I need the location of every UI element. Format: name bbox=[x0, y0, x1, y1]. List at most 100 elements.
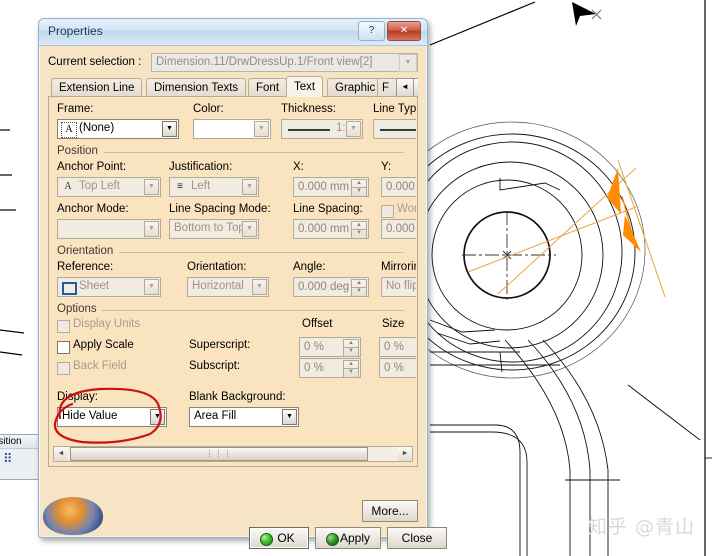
tab-scroll-left-icon[interactable]: ◄ bbox=[396, 78, 414, 97]
apply-button[interactable]: Apply bbox=[315, 527, 381, 549]
line-spacing-spinner[interactable]: 0.000 mm ▲ ▼ bbox=[293, 219, 369, 239]
y-label: Y: bbox=[381, 161, 392, 173]
subscript-offset-spinner[interactable]: 0 % ▲ ▼ bbox=[299, 358, 361, 378]
mirroring-combo[interactable]: No flip bbox=[381, 277, 416, 297]
anchor-point-combo[interactable]: A Top Left ▼ bbox=[57, 177, 161, 197]
frame-label: Frame: bbox=[57, 103, 94, 115]
word-spacing-value: 0.000 mm bbox=[386, 223, 416, 235]
tab-more-clipped[interactable]: F bbox=[377, 78, 397, 97]
line-type-line-icon bbox=[380, 129, 416, 131]
tab-text[interactable]: Text bbox=[286, 76, 324, 97]
superscript-size-spinner[interactable]: 0 % bbox=[379, 337, 416, 357]
color-combo[interactable]: ▼ bbox=[193, 119, 271, 139]
line-spacing-spinner-buttons[interactable]: ▲ ▼ bbox=[351, 221, 367, 238]
properties-dialog[interactable]: Properties ? ✕ Current selection : Dimen… bbox=[38, 18, 447, 549]
tab-graphic[interactable]: Graphic bbox=[327, 78, 384, 97]
display-combo[interactable]: Hide Value ▼ bbox=[57, 407, 167, 427]
frame-dropdown-icon[interactable]: ▼ bbox=[162, 121, 177, 137]
line-spacing-mode-combo[interactable]: Bottom to Top ▼ bbox=[169, 219, 259, 239]
superscript-size-value: 0 % bbox=[384, 341, 404, 353]
display-dropdown-icon[interactable]: ▼ bbox=[150, 409, 165, 425]
superscript-offset-value: 0 % bbox=[304, 341, 324, 353]
anchor-mode-label: Anchor Mode: bbox=[57, 203, 129, 215]
superscript-offset-spinner[interactable]: 0 % ▲ ▼ bbox=[299, 337, 361, 357]
close-icon[interactable]: ✕ bbox=[387, 21, 421, 41]
orientation-combo[interactable]: Horizontal ▼ bbox=[187, 277, 269, 297]
help-button[interactable]: ? bbox=[358, 21, 385, 41]
background-toolbar-body[interactable]: ⠿ bbox=[0, 449, 39, 479]
angle-label: Angle: bbox=[293, 261, 326, 273]
reference-combo[interactable]: Sheet ▼ bbox=[57, 277, 161, 297]
x-spinner-buttons[interactable]: ▲ ▼ bbox=[351, 179, 367, 196]
reference-dropdown-icon[interactable]: ▼ bbox=[144, 279, 159, 295]
anchor-mode-combo[interactable]: ▼ bbox=[57, 219, 161, 239]
word-checkbox[interactable] bbox=[381, 205, 394, 218]
close-button[interactable]: Close bbox=[387, 527, 447, 549]
apply-status-icon bbox=[326, 533, 339, 546]
back-field-checkbox[interactable] bbox=[57, 362, 70, 375]
tab-font[interactable]: Font bbox=[248, 78, 288, 97]
line-spacing-value: 0.000 mm bbox=[298, 223, 350, 235]
justification-combo[interactable]: ≡ Left ▼ bbox=[169, 177, 259, 197]
scroll-left-icon[interactable]: ◄ bbox=[54, 447, 68, 461]
color-label: Color: bbox=[193, 103, 224, 115]
background-toolbar-title: Position bbox=[0, 435, 39, 449]
reference-value: Sheet bbox=[79, 280, 110, 292]
panel-horizontal-scrollbar[interactable]: ◄ ⋮⋮⋮ ► bbox=[53, 446, 413, 462]
background-position-toolbar[interactable]: Position ⠿ bbox=[0, 434, 40, 480]
current-selection-field[interactable]: Dimension.11/DrwDressUp.1/Front view[2] bbox=[151, 53, 418, 72]
mirroring-label: Mirrorin bbox=[381, 261, 416, 273]
tab-extension-line[interactable]: Extension Line bbox=[51, 78, 143, 97]
options-group-caption: Options bbox=[57, 303, 101, 315]
y-value: 0.000 mm bbox=[386, 181, 416, 193]
current-selection-label: Current selection : bbox=[48, 56, 142, 68]
thickness-label: Thickness: bbox=[281, 103, 336, 115]
ok-button[interactable]: OK bbox=[249, 527, 309, 549]
more-button[interactable]: More... bbox=[362, 500, 418, 522]
anchor-mode-dropdown-icon[interactable]: ▼ bbox=[144, 221, 159, 237]
line-spacing-label: Line Spacing: bbox=[293, 203, 363, 215]
scroll-right-icon[interactable]: ► bbox=[398, 447, 412, 461]
blank-background-combo[interactable]: Area Fill ▼ bbox=[189, 407, 299, 427]
angle-spinner[interactable]: 0.000 deg ▲ ▼ bbox=[293, 277, 369, 297]
x-value: 0.000 mm bbox=[298, 181, 350, 193]
apply-label: Apply bbox=[339, 531, 371, 545]
frame-combo[interactable]: A (None) ▼ bbox=[57, 119, 179, 139]
position-group-divider bbox=[104, 152, 404, 153]
apply-scale-checkbox[interactable] bbox=[57, 341, 70, 354]
x-spinner[interactable]: 0.000 mm ▲ ▼ bbox=[293, 177, 369, 197]
dialog-globe-graphic bbox=[43, 497, 103, 535]
dialog-titlebar[interactable]: Properties ? ✕ bbox=[39, 19, 427, 46]
position-tool-icon[interactable]: ⠿ bbox=[3, 453, 13, 466]
scrollbar-thumb[interactable]: ⋮⋮⋮ bbox=[70, 447, 368, 461]
frame-a-icon: A bbox=[61, 122, 77, 138]
current-selection-dropdown-icon[interactable]: ▼ bbox=[399, 54, 417, 72]
tab-dimension-texts[interactable]: Dimension Texts bbox=[146, 78, 247, 97]
line-spacing-mode-dropdown-icon[interactable]: ▼ bbox=[242, 221, 257, 237]
word-spacing-spinner[interactable]: 0.000 mm bbox=[381, 219, 416, 239]
align-left-icon: ≡ bbox=[177, 181, 183, 192]
superscript-offset-spinner-buttons[interactable]: ▲ ▼ bbox=[343, 339, 359, 356]
orientation-label: Orientation: bbox=[187, 261, 247, 273]
thickness-dropdown-icon[interactable]: ▼ bbox=[346, 121, 361, 137]
color-dropdown-icon[interactable]: ▼ bbox=[254, 121, 269, 137]
blank-background-dropdown-icon[interactable]: ▼ bbox=[282, 409, 297, 425]
justification-dropdown-icon[interactable]: ▼ bbox=[242, 179, 257, 195]
thickness-combo[interactable]: 1: ▼ bbox=[281, 119, 363, 139]
dialog-title: Properties bbox=[48, 24, 103, 38]
anchor-point-dropdown-icon[interactable]: ▼ bbox=[144, 179, 159, 195]
orientation-dropdown-icon[interactable]: ▼ bbox=[252, 279, 267, 295]
tab-strip[interactable]: Extension Line Dimension Texts Font Text… bbox=[51, 76, 418, 97]
orientation-group-divider bbox=[119, 252, 404, 253]
tab-scroll-right-icon[interactable]: ► bbox=[413, 78, 418, 97]
anchor-top-left-icon: A bbox=[64, 181, 72, 192]
line-type-combo[interactable] bbox=[373, 119, 416, 139]
subscript-offset-spinner-buttons[interactable]: ▲ ▼ bbox=[343, 360, 359, 377]
justification-value: Left bbox=[191, 180, 211, 192]
offset-header: Offset bbox=[302, 318, 333, 330]
frame-value: (None) bbox=[79, 122, 115, 134]
angle-spinner-buttons[interactable]: ▲ ▼ bbox=[351, 279, 367, 296]
display-units-checkbox[interactable] bbox=[57, 320, 70, 333]
y-spinner[interactable]: 0.000 mm bbox=[381, 177, 416, 197]
subscript-size-spinner[interactable]: 0 % bbox=[379, 358, 416, 378]
